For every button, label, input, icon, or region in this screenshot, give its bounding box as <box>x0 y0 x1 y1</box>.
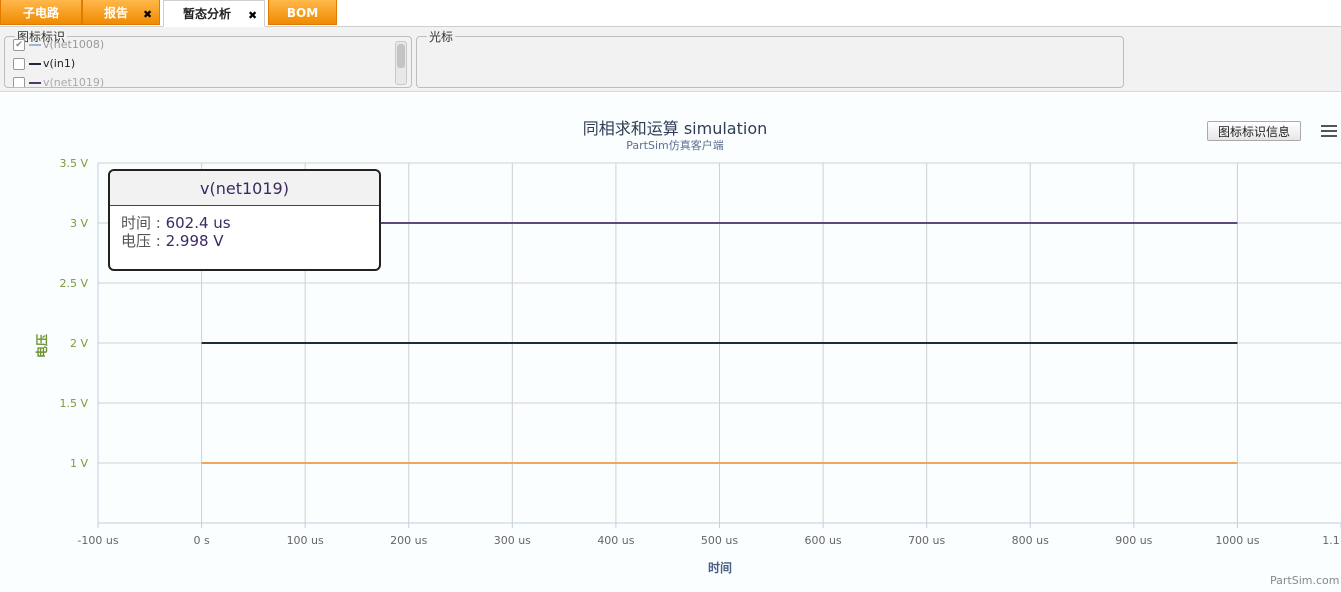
tooltip-voltage-label: 电压 : <box>121 232 166 250</box>
series-swatch <box>29 82 41 84</box>
tab-label: 报告 <box>103 6 128 20</box>
x-tick-label: 1000 us <box>1215 534 1259 547</box>
x-tick-label: 200 us <box>390 534 427 547</box>
credit-text: PartSim.com <box>1270 574 1340 587</box>
legend-panel: 图标标识 ✔ v(net1008) v(in1) v(net1019) <box>4 28 412 88</box>
chart-subtitle: PartSim仿真客户端 <box>626 138 723 152</box>
tab-bar: 子电路 报告 ✖ 暂态分析 ✖ BOM <box>0 0 1341 27</box>
cursor-panel-title: 光标 <box>427 28 456 45</box>
x-tick-label: 1.1 ms <box>1322 534 1341 547</box>
y-tick-label: 3 V <box>70 217 88 230</box>
legend-item[interactable]: v(in1) <box>13 56 75 72</box>
checkbox[interactable]: ✔ <box>13 39 25 51</box>
legend-info-button[interactable]: 图标标识信息 <box>1207 121 1301 141</box>
y-tick-label: 2 V <box>70 337 88 350</box>
tab-report[interactable]: 报告 ✖ <box>82 0 160 25</box>
tooltip-title: v(net1019) <box>110 171 379 206</box>
x-tick-label: 900 us <box>1115 534 1152 547</box>
tooltip-time-label: 时间 : <box>121 214 166 232</box>
series-swatch <box>29 44 41 46</box>
chart-area: 同相求和运算 simulation PartSim仿真客户端 -100 us 0 … <box>0 93 1341 592</box>
close-icon[interactable]: ✖ <box>143 1 152 28</box>
x-tick-label: 100 us <box>287 534 324 547</box>
y-tick-label: 2.5 V <box>59 277 88 290</box>
legend-cursor-area: 图标标识 ✔ v(net1008) v(in1) v(net1019) 光标 <box>0 27 1341 92</box>
checkbox[interactable] <box>13 58 25 70</box>
close-icon[interactable]: ✖ <box>248 2 257 29</box>
chart-menu-icon[interactable] <box>1318 121 1340 141</box>
y-axis-label: 电压 <box>34 334 49 358</box>
data-tooltip: v(net1019) 时间 : 602.4 us 电压 : 2.998 V <box>108 169 381 271</box>
legend-item[interactable]: v(net1019) <box>13 75 104 87</box>
legend-list: ✔ v(net1008) v(in1) v(net1019) <box>5 37 395 87</box>
tab-transient-analysis[interactable]: 暂态分析 ✖ <box>163 0 265 27</box>
chart-svg: 同相求和运算 simulation PartSim仿真客户端 -100 us 0 … <box>34 119 1341 575</box>
tab-label: BOM <box>286 6 319 20</box>
tooltip-voltage-value: 2.998 V <box>165 232 224 250</box>
legend-scrollbar[interactable] <box>395 41 407 85</box>
x-tick-label: 600 us <box>804 534 841 547</box>
series-swatch <box>29 63 41 65</box>
legend-item-label: v(net1008) <box>43 38 105 51</box>
y-tick-label: 1 V <box>70 457 88 470</box>
legend-item-label: v(in1) <box>43 57 76 70</box>
y-tick-label: 3.5 V <box>59 157 88 170</box>
tooltip-time-value: 602.4 us <box>165 214 231 232</box>
checkbox[interactable] <box>13 77 25 87</box>
tab-bom[interactable]: BOM <box>268 0 337 25</box>
y-tick-label: 1.5 V <box>59 397 88 410</box>
x-tick-label: 700 us <box>908 534 945 547</box>
tab-label: 子电路 <box>22 6 59 20</box>
tab-subcircuit[interactable]: 子电路 <box>0 0 82 25</box>
cursor-panel: 光标 <box>416 28 1124 88</box>
x-tick-label: 0 s <box>193 534 209 547</box>
chart-title: 同相求和运算 simulation <box>583 119 768 138</box>
x-tick-label: -100 us <box>77 534 118 547</box>
legend-item-label: v(net1019) <box>43 76 105 87</box>
scrollbar-thumb[interactable] <box>397 44 405 68</box>
x-tick-label: 500 us <box>701 534 738 547</box>
x-tick-label: 800 us <box>1012 534 1049 547</box>
x-tick-label: 400 us <box>597 534 634 547</box>
legend-item[interactable]: ✔ v(net1008) <box>13 37 104 53</box>
tooltip-body: 时间 : 602.4 us 电压 : 2.998 V <box>110 206 379 258</box>
x-tick-label: 300 us <box>494 534 531 547</box>
tab-label: 暂态分析 <box>182 7 231 21</box>
x-axis-label: 时间 <box>708 560 732 575</box>
